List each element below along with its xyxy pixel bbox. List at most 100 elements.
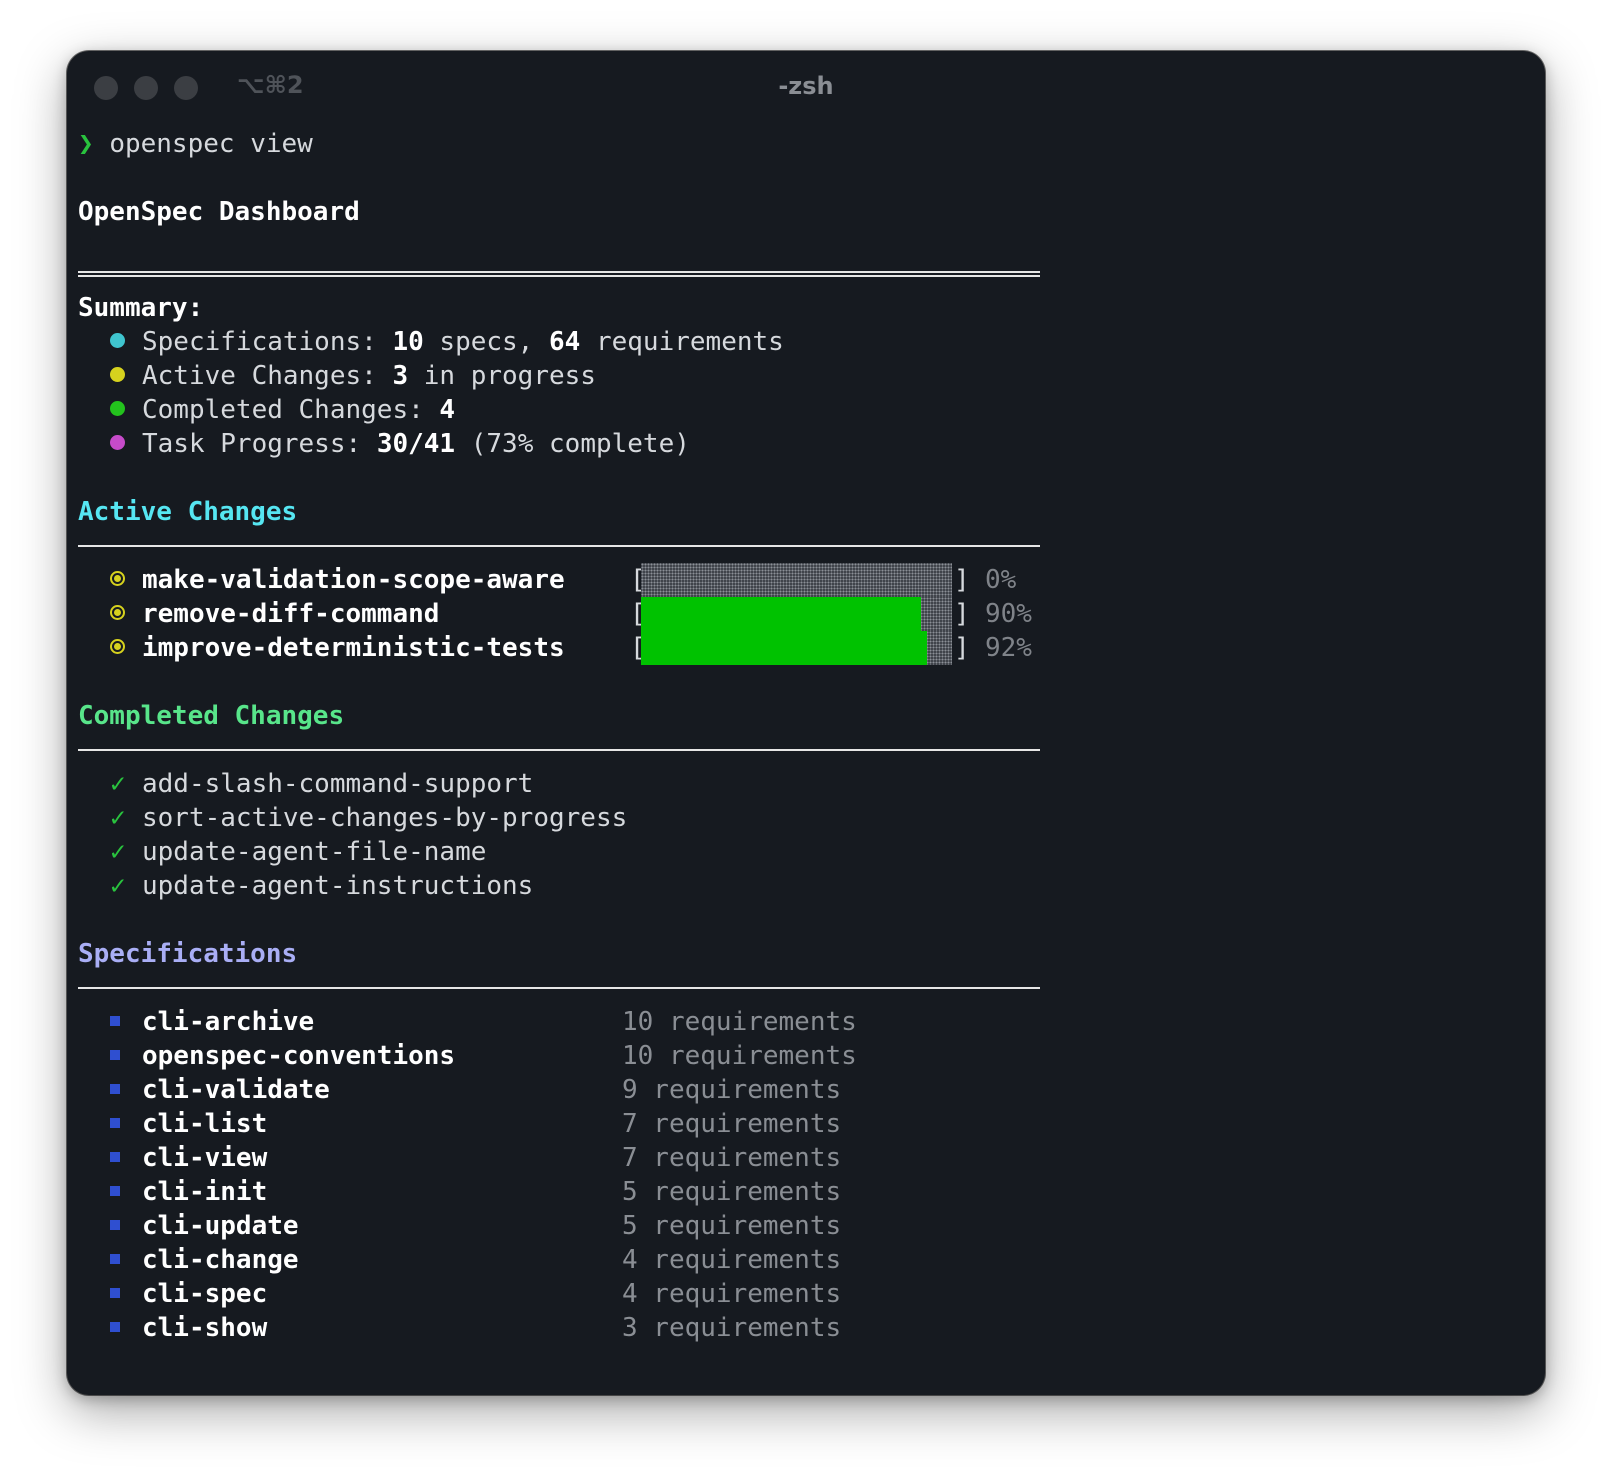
progress-track	[641, 631, 952, 665]
square-bullet-icon	[110, 1117, 120, 1128]
active-change-row: make-validation-scope-aware[] 0%	[78, 563, 1525, 597]
bullet-dot-icon	[110, 435, 125, 450]
spec-name: cli-view	[142, 1143, 268, 1173]
target-bullet-icon	[110, 639, 125, 654]
target-bullet-icon	[110, 605, 125, 620]
spec-row: cli-update 5 requirements	[78, 1209, 1525, 1243]
square-bullet-icon	[110, 1219, 120, 1230]
square-bullet-icon	[110, 1015, 120, 1026]
summary-item: Completed Changes: 4	[78, 393, 1525, 427]
spec-name-group: openspec-conventions	[110, 1039, 455, 1073]
completed-changes-heading: Completed Changes	[78, 701, 345, 731]
active-change-name: make-validation-scope-aware	[142, 565, 565, 595]
spec-requirements-count: 3 requirements	[622, 1313, 842, 1343]
command-text: openspec view	[109, 129, 313, 159]
spec-requirements-count: 7 requirements	[622, 1143, 842, 1173]
spec-name-group: cli-archive	[110, 1005, 314, 1039]
bullet-dot-icon	[110, 367, 125, 382]
summary-label: Summary:	[78, 293, 204, 323]
spec-name-group: cli-change	[110, 1243, 299, 1277]
spec-requirements-count: 10 requirements	[622, 1007, 857, 1037]
square-bullet-icon	[110, 1253, 120, 1264]
square-bullet-icon	[110, 1049, 120, 1060]
summary-list: Specifications: 10 specs, 64 requirement…	[78, 325, 1525, 461]
completed-change-name: add-slash-command-support	[142, 769, 534, 799]
spec-row: openspec-conventions 10 requirements	[78, 1039, 1525, 1073]
square-bullet-icon	[110, 1287, 120, 1298]
spec-requirements-count: 10 requirements	[622, 1041, 857, 1071]
completed-change-row: ✓ update-agent-file-name	[78, 835, 1525, 869]
summary-item-text: specs,	[423, 327, 549, 357]
target-bullet-icon	[110, 571, 125, 586]
spec-name: cli-update	[142, 1211, 299, 1241]
spec-requirements-count: 4 requirements	[622, 1279, 842, 1309]
progress-fill	[641, 597, 921, 631]
spec-row: cli-view 7 requirements	[78, 1141, 1525, 1175]
active-change-row: remove-diff-command[] 90%	[78, 597, 1525, 631]
spec-name-group: cli-spec	[110, 1277, 267, 1311]
summary-item-label: Active Changes:	[142, 361, 393, 391]
spec-name: cli-validate	[142, 1075, 330, 1105]
spec-name-group: cli-init	[110, 1175, 267, 1209]
completed-change-name: sort-active-changes-by-progress	[142, 803, 628, 833]
specifications-heading: Specifications	[78, 939, 298, 969]
summary-item: Active Changes: 3 in progress	[78, 359, 1525, 393]
summary-item-value: 10	[392, 327, 424, 357]
active-change-name: remove-diff-command	[142, 599, 440, 629]
spec-requirements-count: 4 requirements	[622, 1245, 842, 1275]
spec-name-group: cli-list	[110, 1107, 267, 1141]
square-bullet-icon	[110, 1151, 120, 1162]
progress-track	[641, 597, 952, 631]
progress-fill	[641, 631, 927, 665]
spec-row: cli-list 7 requirements	[78, 1107, 1525, 1141]
active-change-row: improve-deterministic-tests[] 92%	[78, 631, 1525, 665]
spec-name: cli-list	[142, 1109, 268, 1139]
summary-item-label: Completed Changes:	[142, 395, 440, 425]
active-changes-heading: Active Changes	[78, 497, 298, 527]
command-line: ❯ openspec view	[78, 127, 1525, 161]
spec-name: cli-change	[142, 1245, 299, 1275]
summary-item: Specifications: 10 specs, 64 requirement…	[78, 325, 1525, 359]
progress-bracket-close: ]	[954, 565, 970, 595]
spec-row: cli-validate 9 requirements	[78, 1073, 1525, 1107]
square-bullet-icon	[110, 1185, 120, 1196]
title-bar[interactable]: ⌥⌘2 -zsh	[67, 51, 1545, 127]
spec-requirements-count: 9 requirements	[622, 1075, 842, 1105]
active-changes-list: make-validation-scope-aware[] 0% remove-di…	[78, 563, 1525, 665]
spec-name-group: cli-validate	[110, 1073, 330, 1107]
spec-name: cli-show	[142, 1313, 268, 1343]
progress-percent: 92%	[985, 633, 1032, 663]
spec-row: cli-spec 4 requirements	[78, 1277, 1525, 1311]
progress-track	[641, 563, 952, 597]
completed-change-name: update-agent-file-name	[142, 837, 487, 867]
active-change-name-group: make-validation-scope-aware	[110, 563, 565, 597]
terminal-output[interactable]: ❯ openspec view OpenSpec Dashboard Summa…	[78, 127, 1525, 1345]
summary-item-value: 3	[392, 361, 409, 391]
specifications-list: cli-archive 10 requirements openspec-conve…	[78, 1005, 1525, 1345]
completed-change-row: ✓ add-slash-command-support	[78, 767, 1525, 801]
completed-changes-list: ✓ add-slash-command-support ✓ sort-active-c…	[78, 767, 1525, 903]
summary-item: Task Progress: 30/41 (73% complete)	[78, 427, 1525, 461]
active-changes-divider	[78, 545, 1040, 547]
spec-name: openspec-conventions	[142, 1041, 456, 1071]
progress-bracket-close: ]	[954, 633, 970, 663]
spec-row: cli-archive 10 requirements	[78, 1005, 1525, 1039]
summary-item-label: Task Progress:	[142, 429, 377, 459]
completed-changes-divider	[78, 749, 1040, 751]
spec-name: cli-archive	[142, 1007, 315, 1037]
terminal-window[interactable]: ⌥⌘2 -zsh ❯ openspec view OpenSpec Dashbo…	[67, 51, 1545, 1395]
double-divider	[78, 271, 1040, 277]
checkmark-icon: ✓	[110, 769, 126, 799]
window-title: -zsh	[778, 72, 834, 100]
summary-item-tail: requirements	[580, 327, 784, 357]
spec-name-group: cli-update	[110, 1209, 299, 1243]
spec-row: cli-change 4 requirements	[78, 1243, 1525, 1277]
summary-item-value-2: 64	[549, 327, 581, 357]
summary-item-value: 30/41	[376, 429, 456, 459]
progress-percent: 90%	[985, 599, 1032, 629]
square-bullet-icon	[110, 1083, 120, 1094]
square-bullet-icon	[110, 1321, 120, 1332]
spec-requirements-count: 5 requirements	[622, 1177, 842, 1207]
active-change-name: improve-deterministic-tests	[142, 633, 565, 663]
spec-name-group: cli-view	[110, 1141, 267, 1175]
